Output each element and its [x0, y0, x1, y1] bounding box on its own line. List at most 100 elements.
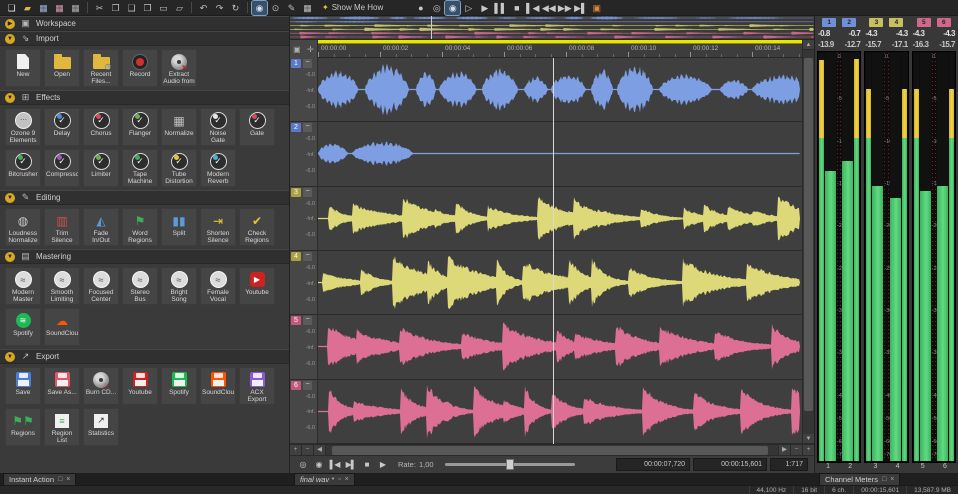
save-icon[interactable]: ▦	[36, 1, 51, 15]
vertical-scroll-handle[interactable]	[804, 58, 813, 411]
tile-burn-cd[interactable]: ♨Burn CD...	[83, 367, 119, 405]
tile-youtube[interactable]: ▶Youtube	[239, 267, 275, 305]
tile-chorus[interactable]: ✓Chorus	[83, 108, 119, 146]
channel-minimize-button[interactable]: −	[303, 316, 312, 325]
save-as-icon[interactable]: ▦	[52, 1, 67, 15]
tile-tape-machine[interactable]: ✓Tape Machine	[122, 149, 158, 187]
tile-record[interactable]: Record	[122, 49, 158, 87]
chevron-down-icon[interactable]: ▼	[5, 34, 15, 44]
waveform[interactable]	[318, 315, 800, 378]
tile-regions[interactable]: ⚑⚑Regions	[5, 408, 41, 446]
section-header-mastering[interactable]: ▼▤Mastering	[0, 249, 289, 264]
tile-shorten-silence[interactable]: ⇥Shorten Silence	[200, 208, 236, 246]
channel-minimize-button[interactable]: −	[303, 59, 312, 68]
waveform[interactable]	[318, 187, 800, 250]
close-icon[interactable]: ×	[890, 476, 894, 483]
section-header-workspace[interactable]: ▶▣Workspace	[0, 16, 289, 31]
tile-statistics[interactable]: ↗Statistics	[83, 408, 119, 446]
section-header-effects[interactable]: ▼⊞Effects	[0, 90, 289, 105]
tile-trim-silence[interactable]: ▥Trim Silence	[44, 208, 80, 246]
tile-gate[interactable]: ✓Gate	[239, 108, 275, 146]
metronome-icon[interactable]: ◉	[445, 1, 460, 15]
channel-number-badge[interactable]: 3	[291, 188, 301, 197]
tile-delay[interactable]: ✓Delay	[44, 108, 80, 146]
edit-tool-icon[interactable]: ◉	[252, 1, 267, 15]
waveform-channel-1[interactable]	[318, 58, 802, 122]
new-file-icon[interactable]: ❏	[4, 1, 19, 15]
channel-header-2[interactable]: 2−-6.0-Inf.-6.0	[290, 122, 317, 186]
repeat-icon[interactable]: ↻	[228, 1, 243, 15]
channel-number-badge[interactable]: 1	[291, 59, 301, 68]
pan-icon[interactable]: ✛	[307, 45, 314, 54]
tile-modern-master[interactable]: ≈Modern Master	[5, 267, 41, 305]
waveform[interactable]	[318, 380, 800, 443]
channel-header-1[interactable]: 1−-6.0-Inf.-6.0	[290, 58, 317, 122]
record-icon[interactable]: ◉	[312, 458, 325, 471]
rate-slider[interactable]	[445, 463, 575, 466]
chevron-down-icon[interactable]: ▼	[5, 93, 15, 103]
scroll-up-icon[interactable]: ▲	[803, 40, 814, 50]
scroll-button[interactable]: −	[302, 445, 314, 455]
channel-number-badge[interactable]: 4	[291, 252, 301, 261]
stop-icon[interactable]: ■	[509, 1, 524, 15]
tile-spotify[interactable]: Spotify	[161, 367, 197, 405]
time-ruler[interactable]: 00:00:0000:00:0200:00:0400:00:0600:00:08…	[318, 44, 802, 58]
record-icon[interactable]: ●	[413, 1, 428, 15]
section-header-editing[interactable]: ▼✎Editing	[0, 190, 289, 205]
tile-noise-gate[interactable]: ✓Noise Gate	[200, 108, 236, 146]
waveform[interactable]	[318, 251, 800, 314]
open-folder-icon[interactable]: ▰	[20, 1, 35, 15]
tab-instant-action[interactable]: Instant Action □ ×	[3, 473, 76, 485]
chevron-down-icon[interactable]: ▼	[5, 352, 15, 362]
crop-icon[interactable]: ▱	[172, 1, 187, 15]
channel-header-6[interactable]: 6−-6.0-Inf.-6.0	[290, 380, 317, 444]
restore-icon[interactable]: □	[882, 476, 886, 483]
overview-cursor[interactable]	[431, 16, 432, 39]
tile-bitcrusher[interactable]: ✓Bitcrusher	[5, 149, 41, 187]
scroll-button[interactable]: −	[790, 445, 802, 455]
redo-icon[interactable]: ↷	[212, 1, 227, 15]
go-to-start-icon[interactable]: ▌◀	[328, 458, 341, 471]
paste-icon[interactable]: ❑	[124, 1, 139, 15]
magnify-tool-icon[interactable]: ⊙	[268, 1, 283, 15]
tile-female-vocal[interactable]: ≈Female Vocal	[200, 267, 236, 305]
tile-ozone-9-elements[interactable]: ⋯Ozone 9 Elements	[5, 108, 41, 146]
go-to-end-icon[interactable]: ▶▌	[344, 458, 357, 471]
rewind-icon[interactable]: ◀◀	[541, 1, 556, 15]
tile-limiter[interactable]: ✓Limiter	[83, 149, 119, 187]
channel-header-3[interactable]: 3−-6.0-Inf.-6.0	[290, 187, 317, 251]
close-icon[interactable]: ×	[66, 476, 70, 483]
waveform[interactable]	[318, 122, 800, 185]
forward-icon[interactable]: ▶▶	[557, 1, 572, 15]
tile-loudness-normalize[interactable]: ◍Loudness Normalize	[5, 208, 41, 246]
close-icon[interactable]: ×	[345, 476, 349, 483]
loop-playback-icon[interactable]: ◎	[429, 1, 444, 15]
channel-number-badge[interactable]: 6	[291, 381, 301, 390]
tile-check-regions-names[interactable]: ✔Check Regions names	[239, 208, 275, 246]
tile-open[interactable]: Open	[44, 49, 80, 87]
tile-normalize[interactable]: ▦Normalize	[161, 108, 197, 146]
tile-region-list[interactable]: ≡Region List	[44, 408, 80, 446]
tile-save[interactable]: Save	[5, 367, 41, 405]
rate-slider-knob[interactable]	[506, 459, 514, 470]
tile-smooth-limiting[interactable]: ≈Smooth Limiting	[44, 267, 80, 305]
tile-focused-center[interactable]: ≈Focused Center	[83, 267, 119, 305]
section-header-import[interactable]: ▼⇘Import	[0, 31, 289, 46]
event-tool-icon[interactable]: ▦	[300, 1, 315, 15]
trim-icon[interactable]: ▭	[156, 1, 171, 15]
tab-document-final-wav[interactable]: final wav * ▫ ×	[294, 473, 355, 485]
render-as-icon[interactable]: ▦	[68, 1, 83, 15]
scroll-button[interactable]: ▶	[778, 445, 790, 455]
waveform-channel-4[interactable]	[318, 251, 802, 315]
channel-number-badge[interactable]: 5	[291, 316, 301, 325]
tile-soundcloud[interactable]: SoundCloud	[200, 367, 236, 405]
waveform-channel-2[interactable]	[318, 122, 802, 186]
tile-split[interactable]: ▮▮Split	[161, 208, 197, 246]
remote-record-icon[interactable]: ▣	[589, 1, 604, 15]
tile-new[interactable]: New	[5, 49, 41, 87]
chevron-right-icon[interactable]: ▶	[5, 19, 15, 29]
scroll-button[interactable]: +	[290, 445, 302, 455]
tile-compressor[interactable]: ✓Compressor	[44, 149, 80, 187]
tile-acx-export[interactable]: ACX Export	[239, 367, 275, 405]
cut-icon[interactable]: ✂	[92, 1, 107, 15]
